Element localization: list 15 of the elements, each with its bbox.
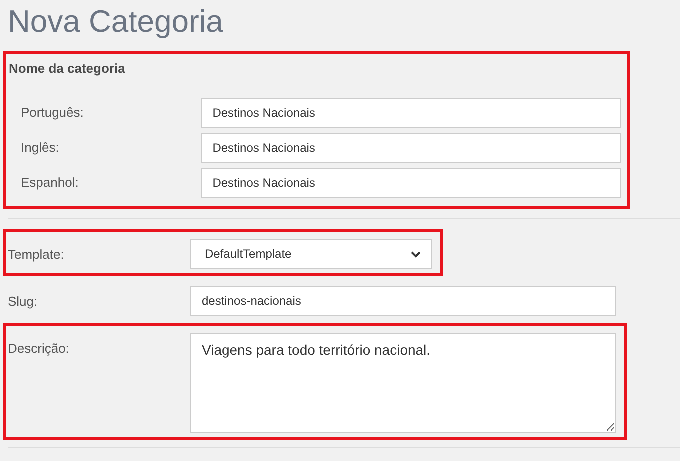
field-label: Template: [8,246,66,264]
chevron-down-icon [411,250,421,258]
name-field[interactable]: Destinos Nacionais [200,133,621,163]
template-select[interactable]: DefaultTemplate [190,239,432,269]
field-label: Inglês: [20,139,60,157]
field-label: Descrição: [8,340,70,358]
field-label: Slug: [8,293,39,311]
page-title: Nova Categoria [7,3,224,41]
description-field[interactable]: Viagens para todo território nacional. [190,333,616,433]
field-label: Espanhol: [20,174,80,192]
name-field[interactable]: Destinos Nacionais [200,98,621,128]
name-field[interactable]: Destinos Nacionais [200,168,621,198]
section-heading: Nome da categoria [9,60,126,78]
field-label: Português: [20,104,85,122]
slug-field[interactable]: destinos-nacionais [190,286,616,316]
